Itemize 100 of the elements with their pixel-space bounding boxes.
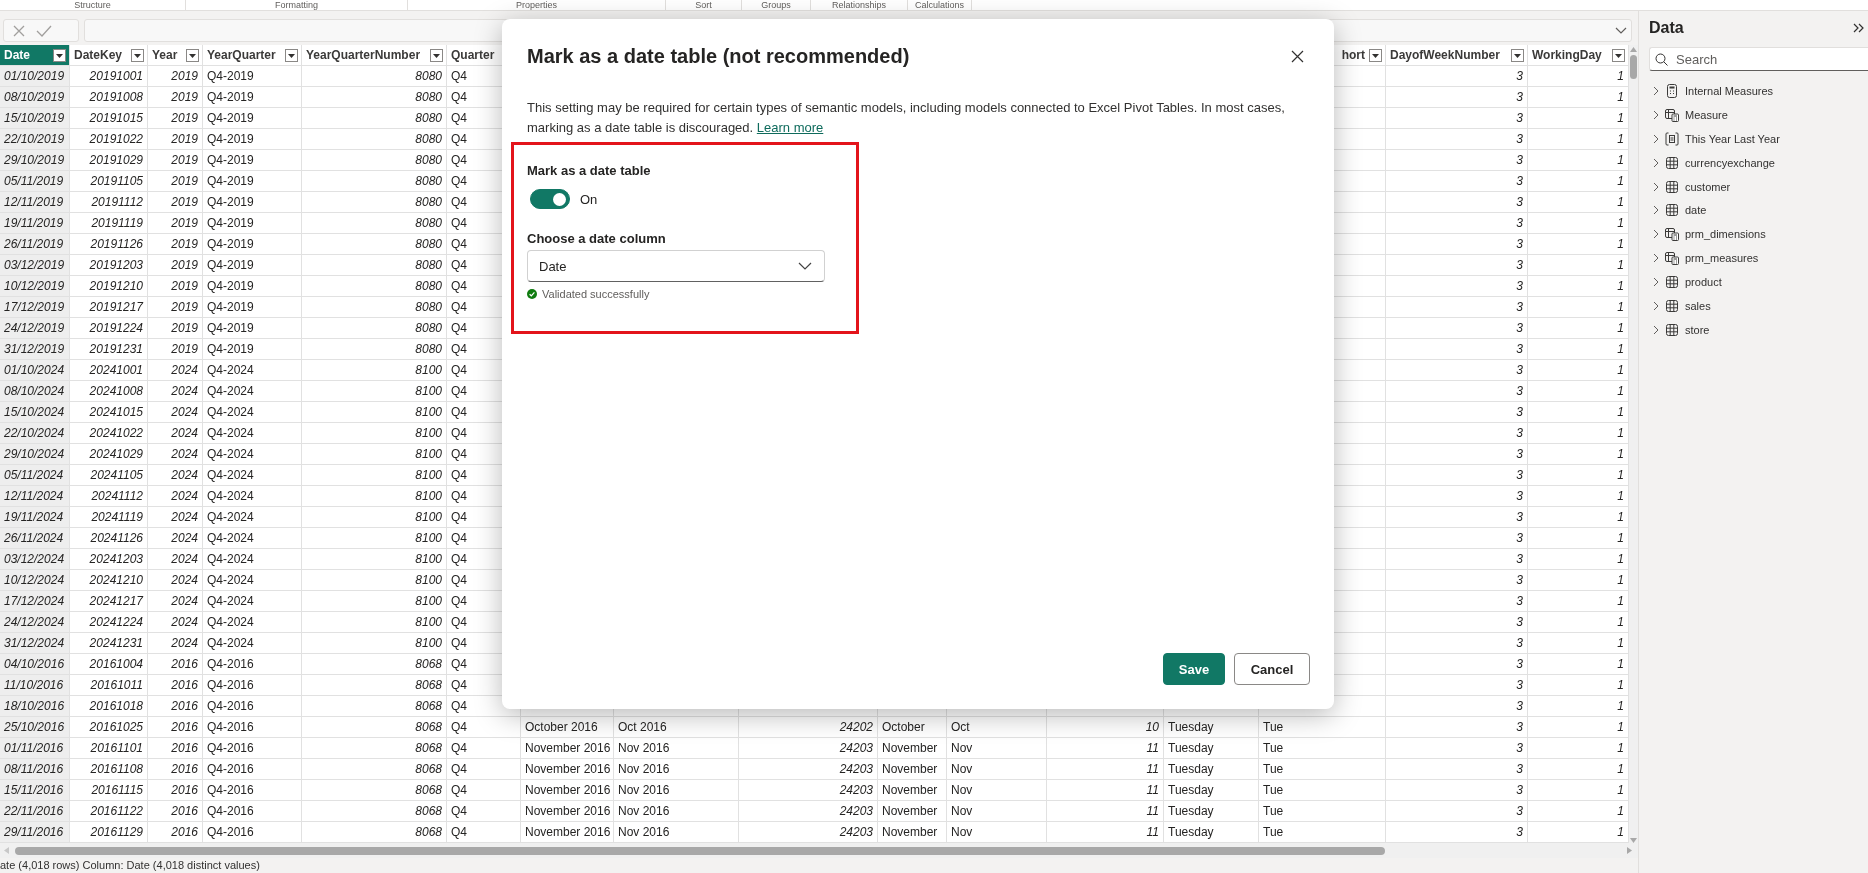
vertical-scrollbar[interactable]	[1629, 45, 1638, 843]
table-cell: Tuesday	[1164, 738, 1259, 759]
table-cell: 8068	[302, 738, 447, 759]
field-list-item[interactable]: Measure	[1649, 104, 1868, 125]
chevron-right-icon[interactable]	[1651, 324, 1661, 335]
search-field[interactable]: Search	[1649, 47, 1868, 71]
table-cell: November 2016	[521, 801, 614, 822]
table-cell: Q4-2019	[203, 255, 302, 276]
column-header[interactable]: YearQuarterNumber	[302, 45, 447, 66]
table-cell: Q4-2024	[203, 423, 302, 444]
column-header[interactable]: YearQuarter	[203, 45, 302, 66]
scrollbar-thumb[interactable]	[15, 846, 1385, 855]
ribbon-group-label: Groups	[742, 0, 811, 10]
date-column-dropdown[interactable]: Date	[527, 250, 825, 282]
horizontal-scrollbar[interactable]	[4, 846, 1632, 855]
column-filter-button[interactable]	[131, 48, 144, 62]
table-cell: Nov 2016	[614, 738, 739, 759]
table-cell: 3	[1386, 297, 1528, 318]
column-header[interactable]: WorkingDay	[1528, 45, 1629, 66]
save-button[interactable]: Save	[1163, 653, 1225, 685]
table-cell: Q4-2019	[203, 171, 302, 192]
table-cell: 8080	[302, 255, 447, 276]
table-cell: Q4-2024	[203, 381, 302, 402]
table-cell: 31/12/2024	[0, 633, 70, 654]
learn-more-link[interactable]: Learn more	[756, 120, 824, 135]
column-header[interactable]: Year	[148, 45, 203, 66]
toggle-switch[interactable]	[530, 189, 570, 209]
field-list-item[interactable]: prm_dimensions	[1649, 224, 1868, 245]
chevron-right-icon[interactable]	[1651, 133, 1661, 144]
table-cell: 10/12/2019	[0, 276, 70, 297]
chevron-down-icon[interactable]	[1615, 26, 1627, 35]
field-list-item[interactable]: prm_measures	[1649, 248, 1868, 269]
chevron-right-icon[interactable]	[1651, 253, 1661, 264]
chevron-right-icon[interactable]	[1651, 277, 1661, 288]
column-filter-button[interactable]	[186, 48, 199, 62]
column-header[interactable]: DateKey	[70, 45, 148, 66]
table-cell: 8100	[302, 360, 447, 381]
table-cell: 2016	[148, 738, 203, 759]
toggle-state-text: On	[580, 191, 598, 207]
field-list-item[interactable]: store	[1649, 319, 1868, 340]
column-header[interactable]: Date	[0, 45, 70, 66]
chevron-right-icon[interactable]	[1651, 157, 1661, 168]
ribbon-group-label: Properties	[408, 0, 666, 10]
table-cell: 8100	[302, 528, 447, 549]
table-cell: Q4-2016	[203, 738, 302, 759]
chevron-right-icon[interactable]	[1651, 86, 1661, 96]
table-cell: 8100	[302, 570, 447, 591]
column-header[interactable]: DayofWeekNumber	[1386, 45, 1528, 66]
column-filter-button[interactable]	[53, 48, 66, 62]
table-cell: 20191015	[70, 108, 148, 129]
table-cell: 15/10/2019	[0, 108, 70, 129]
field-list-item[interactable]: customer	[1649, 176, 1868, 197]
scrollbar-thumb[interactable]	[1630, 55, 1637, 79]
table-cell: Q4-2016	[203, 759, 302, 780]
column-filter-button[interactable]	[1369, 48, 1382, 62]
table-cell: Oct	[947, 717, 1047, 738]
chevron-right-icon[interactable]	[1651, 205, 1661, 216]
table-cell: 20161122	[70, 801, 148, 822]
field-list-item[interactable]: sales	[1649, 296, 1868, 316]
column-filter-button[interactable]	[285, 48, 298, 62]
cancel-button[interactable]: Cancel	[1234, 653, 1310, 685]
field-list-item[interactable]: currencyexchange	[1649, 152, 1868, 173]
ribbon-group-label: Relationships	[811, 0, 908, 10]
chevron-right-icon[interactable]	[1651, 229, 1661, 240]
table-cell: 8068	[302, 654, 447, 675]
table-cell: 01/11/2016	[0, 738, 70, 759]
table-cell: 2016	[148, 801, 203, 822]
field-list-item[interactable]: date	[1649, 200, 1868, 221]
table-cell: 12/11/2019	[0, 192, 70, 213]
checkmark-icon[interactable]	[36, 23, 52, 38]
table-cell: 3	[1386, 192, 1528, 213]
close-button[interactable]	[1291, 50, 1304, 63]
table-cell: Q4-2024	[203, 591, 302, 612]
chevron-right-icon[interactable]	[1651, 181, 1661, 192]
column-filter-button[interactable]	[1511, 48, 1524, 62]
table-cell: 01/10/2024	[0, 360, 70, 381]
table-cell: 2024	[148, 381, 203, 402]
table-cell: 2024	[148, 612, 203, 633]
chevron-right-icon[interactable]	[1651, 109, 1661, 120]
table-cell: 3	[1386, 66, 1528, 87]
table-cell: 8080	[302, 318, 447, 339]
column-filter-button[interactable]	[430, 48, 443, 62]
table-cell: November 2016	[521, 738, 614, 759]
collapse-icon[interactable]	[1853, 23, 1864, 33]
table-cell: November	[878, 780, 947, 801]
table-cell: 2016	[148, 759, 203, 780]
table-cell: Nov 2016	[614, 759, 739, 780]
field-list-item[interactable]: This Year Last Year	[1649, 128, 1868, 149]
table-cell: 3	[1386, 276, 1528, 297]
table-cell: Q4-2024	[203, 444, 302, 465]
column-filter-button[interactable]	[1612, 48, 1625, 62]
table-cell: Tue	[1259, 780, 1386, 801]
status-text: ate (4,018 rows) Column: Date (4,018 distinct values)	[0, 859, 260, 871]
field-list-item[interactable]: Internal Measures	[1649, 81, 1868, 101]
bracket-table-icon	[1665, 131, 1679, 146]
ribbon-group-label: Sort	[666, 0, 742, 10]
table-cell: 3	[1386, 633, 1528, 654]
field-list-item[interactable]: product	[1649, 272, 1868, 293]
table-cell: 3	[1386, 255, 1528, 276]
chevron-right-icon[interactable]	[1651, 301, 1661, 311]
